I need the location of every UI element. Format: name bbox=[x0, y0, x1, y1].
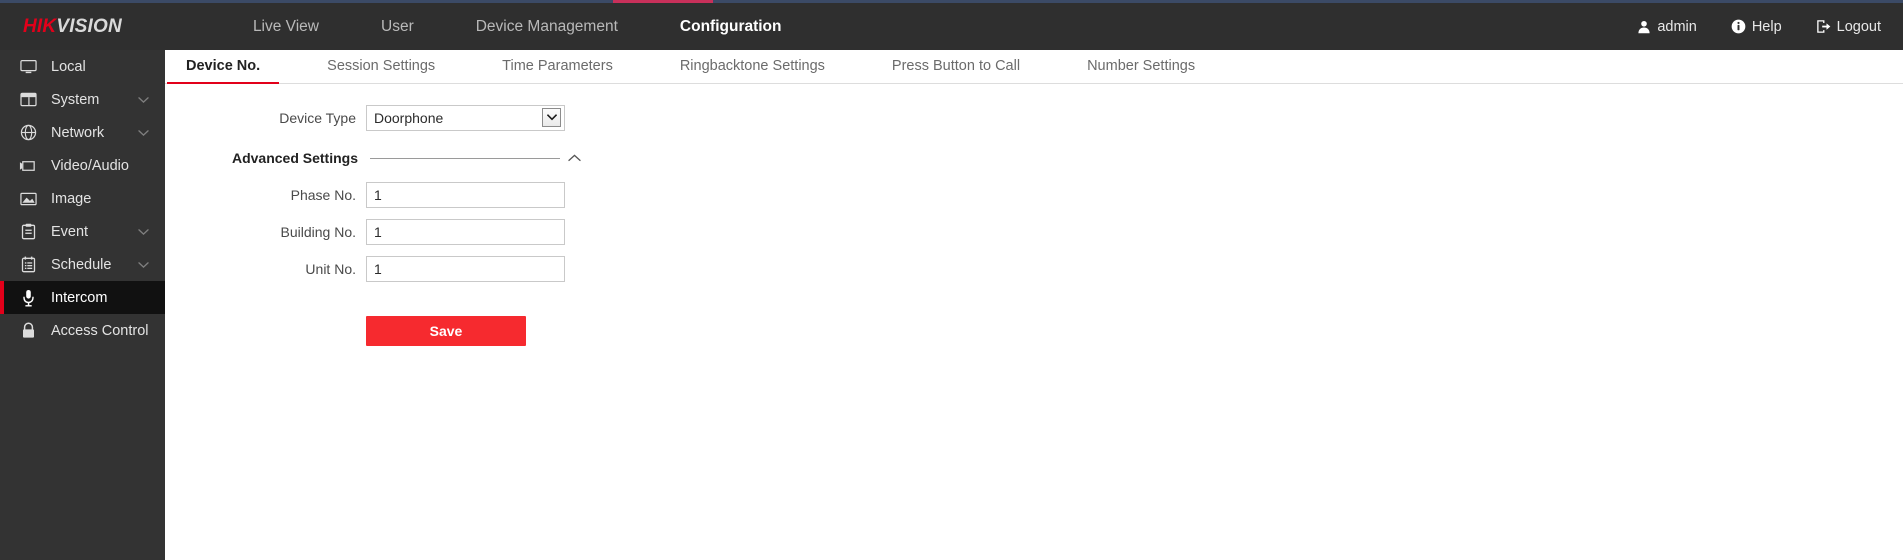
unit-no-input[interactable] bbox=[366, 256, 565, 282]
sidebar-item-network[interactable]: Network bbox=[0, 116, 165, 149]
device-type-select-wrapper: Doorphone bbox=[366, 105, 565, 131]
building-no-input[interactable] bbox=[366, 219, 565, 245]
logo-text-hik: HIK bbox=[23, 15, 57, 37]
help-button[interactable]: Help bbox=[1731, 19, 1782, 35]
save-button[interactable]: Save bbox=[366, 316, 526, 346]
chevron-down-icon[interactable] bbox=[138, 261, 149, 268]
list-icon bbox=[18, 255, 38, 275]
logout-button[interactable]: Logout bbox=[1816, 19, 1881, 35]
chevron-down-icon[interactable] bbox=[138, 228, 149, 235]
logout-label: Logout bbox=[1836, 18, 1881, 35]
logout-icon bbox=[1816, 19, 1831, 34]
monitor-icon bbox=[18, 57, 38, 77]
help-label: Help bbox=[1751, 18, 1782, 35]
tab-number-settings[interactable]: Number Settings bbox=[1085, 58, 1197, 83]
sidebar-navigation: Local System Network Video/Audio Image E… bbox=[0, 50, 165, 560]
sidebar-label-network: Network bbox=[51, 124, 105, 141]
app-header: HIKVISION Live View User Device Manageme… bbox=[0, 3, 1903, 50]
tab-press-button-to-call[interactable]: Press Button to Call bbox=[890, 58, 1022, 83]
tab-time-parameters[interactable]: Time Parameters bbox=[500, 58, 615, 83]
nav-device-management[interactable]: Device Management bbox=[476, 3, 618, 50]
phase-no-label: Phase No. bbox=[290, 187, 356, 203]
sidebar-label-image: Image bbox=[51, 190, 92, 207]
sidebar-item-access-control[interactable]: Access Control bbox=[0, 314, 165, 347]
building-no-row: Building No. bbox=[165, 219, 1903, 245]
sidebar-label-video-audio: Video/Audio bbox=[51, 157, 129, 174]
microphone-icon bbox=[18, 288, 38, 308]
tab-session-settings[interactable]: Session Settings bbox=[325, 58, 437, 83]
device-type-label: Device Type bbox=[279, 110, 356, 126]
sidebar-item-video-audio[interactable]: Video/Audio bbox=[0, 149, 165, 182]
nav-user[interactable]: User bbox=[381, 3, 414, 50]
tab-device-no[interactable]: Device No. bbox=[166, 58, 280, 84]
account-label: admin bbox=[1657, 18, 1697, 35]
chevron-down-icon[interactable] bbox=[542, 108, 561, 127]
logo-text-vision: VISION bbox=[56, 15, 122, 37]
device-type-row: Device Type Doorphone bbox=[165, 105, 1903, 131]
lock-icon bbox=[18, 321, 38, 341]
sidebar-label-schedule: Schedule bbox=[51, 256, 112, 273]
picture-icon bbox=[18, 189, 38, 209]
sidebar-label-local: Local bbox=[51, 58, 86, 75]
window-icon bbox=[18, 90, 38, 110]
tab-ringbacktone-settings[interactable]: Ringbacktone Settings bbox=[678, 58, 827, 83]
phase-no-input[interactable] bbox=[366, 182, 565, 208]
sidebar-label-access-control: Access Control bbox=[51, 322, 149, 339]
sidebar-item-schedule[interactable]: Schedule bbox=[0, 248, 165, 281]
chevron-down-icon[interactable] bbox=[138, 96, 149, 103]
chevron-down-icon[interactable] bbox=[138, 129, 149, 136]
sidebar-item-intercom[interactable]: Intercom bbox=[0, 281, 165, 314]
account-button[interactable]: admin bbox=[1637, 19, 1697, 35]
nav-configuration[interactable]: Configuration bbox=[680, 3, 782, 50]
building-no-label: Building No. bbox=[280, 224, 357, 240]
device-type-select[interactable]: Doorphone bbox=[366, 105, 565, 131]
info-icon bbox=[1731, 19, 1746, 34]
sidebar-item-local[interactable]: Local bbox=[0, 50, 165, 83]
settings-tabbar: Device No. Session Settings Time Paramet… bbox=[165, 50, 1903, 84]
nav-live-view[interactable]: Live View bbox=[253, 3, 319, 50]
sidebar-item-event[interactable]: Event bbox=[0, 215, 165, 248]
sidebar-label-intercom: Intercom bbox=[51, 289, 108, 306]
device-no-form: Device Type Doorphone Advanced Settings … bbox=[165, 84, 1903, 346]
advanced-settings-divider bbox=[370, 157, 560, 159]
unit-no-row: Unit No. bbox=[165, 256, 1903, 282]
phase-no-row: Phase No. bbox=[165, 182, 1903, 208]
camera-icon bbox=[18, 156, 38, 176]
content-area: Device No. Session Settings Time Paramet… bbox=[165, 50, 1903, 560]
header-right-group: admin Help Logout bbox=[1637, 3, 1881, 50]
sidebar-label-event: Event bbox=[51, 223, 89, 240]
sidebar-item-system[interactable]: System bbox=[0, 83, 165, 116]
main-navigation: Live View User Device Management Configu… bbox=[253, 3, 844, 50]
user-icon bbox=[1637, 20, 1651, 34]
advanced-settings-header[interactable]: Advanced Settings bbox=[165, 148, 1903, 168]
globe-icon bbox=[18, 123, 38, 143]
save-row: Save bbox=[165, 316, 1903, 346]
hikvision-logo: HIKVISION bbox=[23, 16, 122, 38]
chevron-up-icon[interactable] bbox=[568, 154, 581, 162]
unit-no-label: Unit No. bbox=[305, 261, 356, 277]
sidebar-label-system: System bbox=[51, 91, 100, 108]
sidebar-item-image[interactable]: Image bbox=[0, 182, 165, 215]
clipboard-icon bbox=[18, 222, 38, 242]
advanced-settings-title: Advanced Settings bbox=[231, 150, 358, 166]
